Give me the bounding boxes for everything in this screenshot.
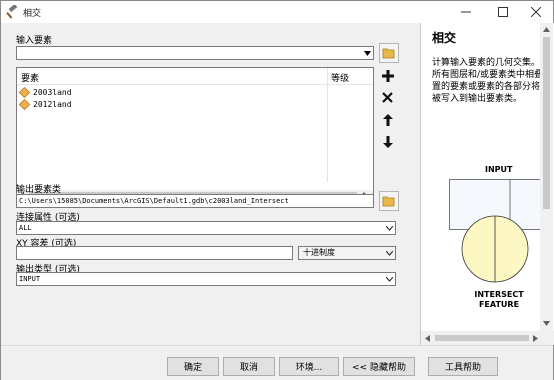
join-attributes-dropdown[interactable]: ALL bbox=[16, 221, 396, 235]
cancel-button[interactable]: 取消 bbox=[223, 357, 275, 376]
intersect-dialog: 相交 输入要素 要素 等级 2003land 2012land 输出要素类 C:… bbox=[0, 0, 554, 380]
output-type-dropdown[interactable]: INPUT bbox=[16, 272, 396, 286]
remove-row-button[interactable] bbox=[379, 89, 396, 106]
close-button[interactable] bbox=[521, 3, 551, 21]
chevron-down-icon[interactable] bbox=[384, 247, 395, 259]
button-bar: 确定 取消 环境... << 隐藏帮助 工具帮助 bbox=[1, 345, 553, 380]
scrollbar-thumb[interactable] bbox=[543, 37, 550, 209]
tool-help-button[interactable]: 工具帮助 bbox=[428, 357, 498, 376]
feature-layer-icon bbox=[19, 98, 30, 110]
add-row-button[interactable] bbox=[379, 67, 396, 84]
row-feature-name: 2012land bbox=[33, 99, 72, 109]
help-vertical-scrollbar[interactable] bbox=[540, 23, 553, 331]
table-row[interactable]: 2012land bbox=[19, 98, 72, 110]
scroll-up-icon bbox=[543, 27, 550, 32]
ok-button[interactable]: 确定 bbox=[167, 357, 219, 376]
chevron-down-icon[interactable] bbox=[362, 47, 373, 59]
input-features-dropdown[interactable] bbox=[16, 46, 374, 60]
output-features-field[interactable]: C:\Users\15085\Documents\ArcGIS\Default1… bbox=[16, 194, 374, 208]
input-features-table: 要素 等级 2003land 2012land bbox=[16, 67, 374, 201]
form-panel: 输入要素 要素 等级 2003land 2012land 输出要素类 C:\Us… bbox=[1, 23, 417, 345]
scroll-left-icon bbox=[425, 335, 430, 342]
xy-tolerance-unit-dropdown[interactable]: 十进制度 bbox=[298, 246, 396, 260]
folder-icon bbox=[382, 196, 395, 207]
column-divider bbox=[327, 68, 328, 182]
xy-tolerance-input[interactable] bbox=[16, 246, 293, 260]
window-title: 相交 bbox=[23, 9, 42, 19]
feature-layer-icon bbox=[19, 86, 30, 98]
column-header-rank: 等级 bbox=[331, 74, 350, 84]
row-feature-name: 2003land bbox=[33, 87, 72, 97]
chevron-down-icon[interactable] bbox=[384, 222, 395, 234]
help-panel: 相交 计算输入要素的几何交集。所有图层和/或要素类中相叠置的要素或要素的各部分将… bbox=[420, 23, 554, 345]
table-header: 要素 等级 bbox=[17, 68, 373, 85]
move-up-button[interactable] bbox=[379, 111, 396, 128]
scroll-right-icon bbox=[533, 335, 538, 342]
folder-icon bbox=[382, 48, 395, 59]
chevron-down-icon[interactable] bbox=[384, 273, 395, 285]
scroll-down-icon bbox=[543, 321, 550, 326]
hammer-icon bbox=[6, 3, 20, 19]
environments-button[interactable]: 环境... bbox=[279, 357, 339, 376]
add-icon bbox=[381, 69, 394, 82]
browse-output-button[interactable] bbox=[379, 191, 399, 211]
help-title: 相交 bbox=[432, 31, 457, 45]
table-row[interactable]: 2003land bbox=[19, 86, 72, 98]
diagram-intersect-label: INTERSECT FEATURE bbox=[474, 290, 524, 309]
minimize-button[interactable] bbox=[451, 3, 481, 21]
remove-icon bbox=[382, 92, 393, 103]
diagram-input-label: INPUT bbox=[485, 165, 513, 174]
help-description: 计算输入要素的几何交集。所有图层和/或要素类中相叠置的要素或要素的各部分将被写入… bbox=[432, 58, 544, 104]
help-horizontal-scrollbar[interactable] bbox=[421, 331, 554, 345]
hide-help-button[interactable]: << 隐藏帮助 bbox=[343, 357, 415, 376]
input-features-label: 输入要素 bbox=[16, 36, 53, 46]
column-header-features: 要素 bbox=[21, 74, 40, 84]
maximize-button[interactable] bbox=[488, 3, 518, 21]
move-down-button[interactable] bbox=[379, 133, 396, 150]
scrollbar-thumb[interactable] bbox=[435, 335, 529, 341]
intersect-diagram bbox=[449, 179, 541, 283]
title-bar: 相交 bbox=[1, 1, 553, 23]
browse-input-button[interactable] bbox=[379, 43, 399, 63]
move-up-icon bbox=[382, 113, 393, 126]
move-down-icon bbox=[382, 135, 393, 148]
